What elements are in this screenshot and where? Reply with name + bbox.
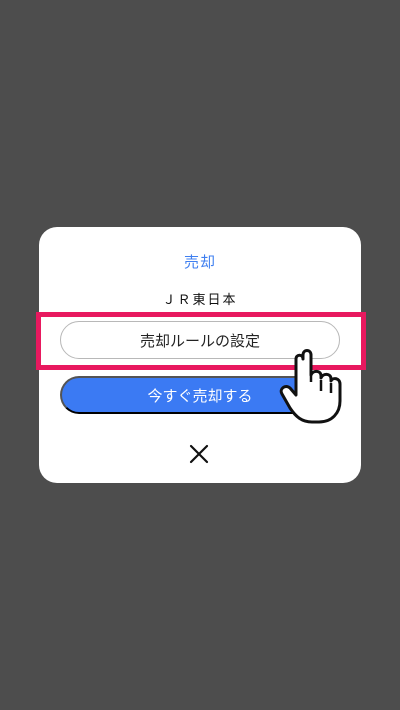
sell-rule-settings-label: 売却ルールの設定 (139, 332, 260, 350)
stock-name: ＪＲ東日本 (162, 293, 238, 308)
close-icon (189, 444, 209, 464)
close-button[interactable] (187, 442, 211, 466)
sell-now-label: 今すぐ売却する (147, 387, 253, 405)
hand-pointer-icon (279, 349, 342, 424)
modal-title: 売却 (183, 253, 216, 271)
